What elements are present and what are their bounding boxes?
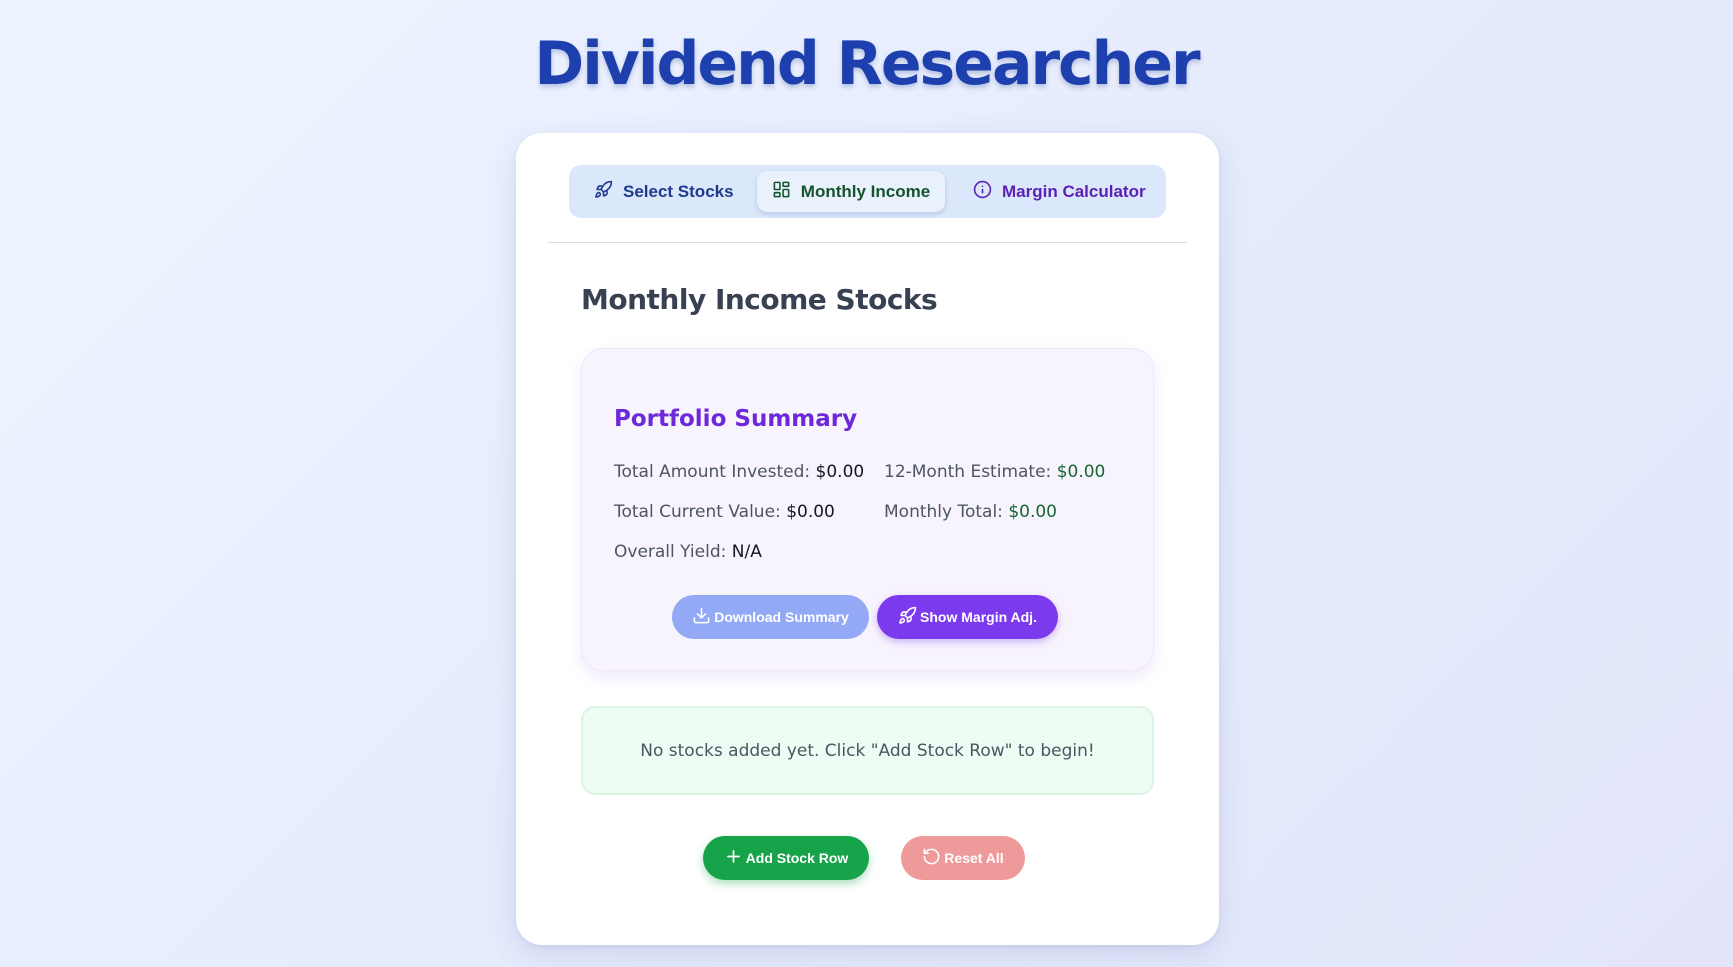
download-icon bbox=[692, 606, 711, 628]
tab-margin-calculator-label: Margin Calculator bbox=[1002, 181, 1146, 201]
tab-monthly-income[interactable]: Monthly Income bbox=[757, 171, 945, 212]
total-amount-invested-value: $0.00 bbox=[815, 462, 865, 482]
empty-state-message: No stocks added yet. Click "Add Stock Ro… bbox=[581, 706, 1154, 795]
monthly-total: Monthly Total: $0.00 bbox=[884, 502, 1057, 522]
overall-yield-value: N/A bbox=[731, 542, 762, 562]
total-current-value-value: $0.00 bbox=[786, 502, 835, 522]
app-title: Dividend Researcher bbox=[534, 29, 1200, 99]
info-icon bbox=[973, 180, 992, 204]
grid-icon bbox=[772, 180, 791, 204]
tab-bar: Select Stocks Monthly Income Margin Calc… bbox=[569, 165, 1166, 218]
rocket-icon bbox=[594, 180, 613, 204]
overall-yield: Overall Yield: N/A bbox=[614, 542, 762, 562]
section-title: Monthly Income Stocks bbox=[581, 283, 938, 316]
show-margin-adj-button[interactable]: Show Margin Adj. bbox=[877, 595, 1058, 639]
monthly-total-value: $0.00 bbox=[1008, 502, 1057, 522]
reset-all-label: Reset All bbox=[944, 850, 1004, 866]
total-current-value: Total Current Value: $0.00 bbox=[614, 502, 835, 522]
download-summary-label: Download Summary bbox=[714, 609, 849, 625]
download-summary-button[interactable]: Download Summary bbox=[672, 595, 869, 639]
tab-select-stocks[interactable]: Select Stocks bbox=[582, 171, 746, 212]
tab-divider bbox=[548, 242, 1187, 243]
reset-icon bbox=[922, 847, 941, 869]
total-current-value-label: Total Current Value: bbox=[614, 502, 781, 522]
portfolio-summary-title: Portfolio Summary bbox=[614, 406, 858, 432]
total-amount-invested: Total Amount Invested: $0.00 bbox=[614, 462, 864, 482]
plus-icon bbox=[724, 847, 743, 869]
rocket-icon bbox=[898, 606, 917, 628]
portfolio-summary-card: Portfolio Summary Total Amount Invested:… bbox=[581, 348, 1154, 671]
twelve-month-estimate-label: 12-Month Estimate: bbox=[884, 462, 1052, 482]
monthly-total-label: Monthly Total: bbox=[884, 502, 1003, 522]
tab-margin-calculator[interactable]: Margin Calculator bbox=[961, 171, 1158, 212]
add-stock-row-label: Add Stock Row bbox=[745, 850, 849, 866]
main-card: Select Stocks Monthly Income Margin Calc… bbox=[516, 133, 1219, 945]
twelve-month-estimate: 12-Month Estimate: $0.00 bbox=[884, 462, 1105, 482]
overall-yield-label: Overall Yield: bbox=[614, 542, 727, 562]
total-amount-invested-label: Total Amount Invested: bbox=[614, 462, 811, 482]
reset-all-button[interactable]: Reset All bbox=[901, 836, 1025, 880]
twelve-month-estimate-value: $0.00 bbox=[1056, 462, 1106, 482]
add-stock-row-button[interactable]: Add Stock Row bbox=[703, 836, 869, 880]
tab-monthly-income-label: Monthly Income bbox=[800, 181, 931, 201]
show-margin-adj-label: Show Margin Adj. bbox=[920, 609, 1037, 625]
tab-select-stocks-label: Select Stocks bbox=[623, 181, 734, 201]
